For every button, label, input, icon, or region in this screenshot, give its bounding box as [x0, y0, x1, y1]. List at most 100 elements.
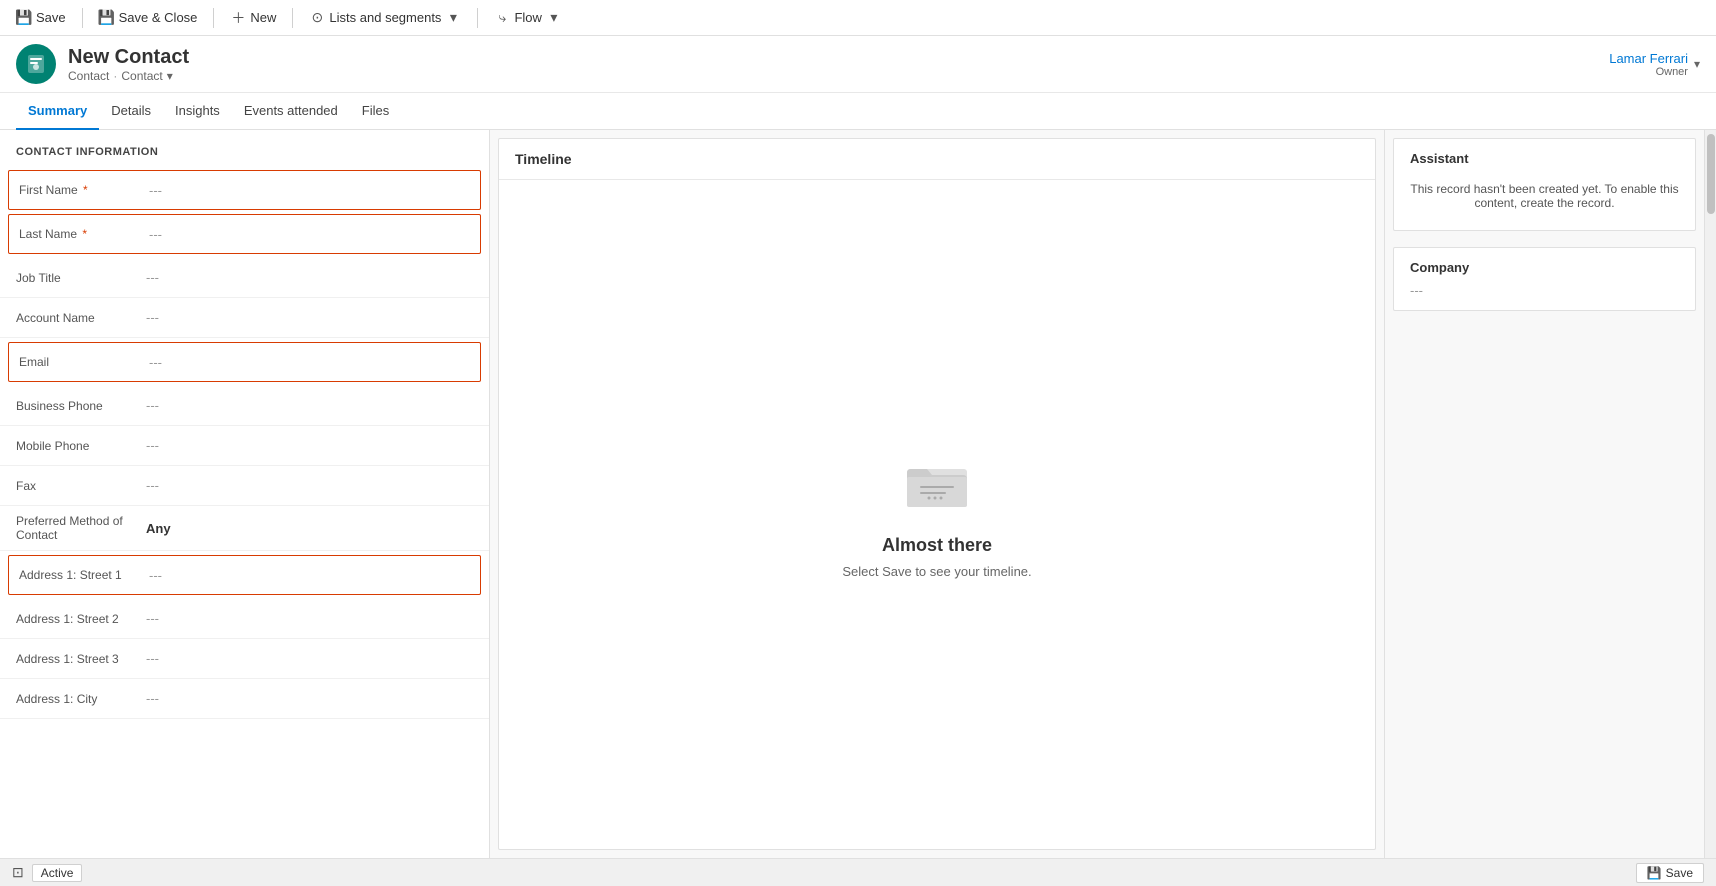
account-name-value[interactable]: ---	[146, 310, 473, 325]
tab-files[interactable]: Files	[350, 93, 401, 130]
toolbar-separator-1	[82, 8, 83, 28]
user-chevron-icon[interactable]: ▾	[1694, 57, 1700, 71]
last-name-label: Last Name *	[19, 227, 149, 241]
new-icon: ＋	[230, 10, 246, 26]
address-street2-label: Address 1: Street 2	[16, 612, 146, 626]
status-left: ⊡ Active	[12, 864, 82, 882]
screen-icon: ⊡	[12, 864, 24, 881]
lists-segments-button[interactable]: ⊙ Lists and segments ▾	[301, 6, 469, 30]
timeline-panel: Timeline Almost there Select Save to see	[498, 138, 1376, 850]
address-street1-field[interactable]: Address 1: Street 1 ---	[8, 555, 481, 595]
fax-label: Fax	[16, 479, 146, 493]
tab-summary[interactable]: Summary	[16, 93, 99, 130]
breadcrumb-2: Contact	[121, 69, 162, 83]
user-name[interactable]: Lamar Ferrari	[1609, 51, 1688, 66]
job-title-value[interactable]: ---	[146, 270, 473, 285]
email-field[interactable]: Email ---	[8, 342, 481, 382]
page-title: New Contact	[68, 46, 189, 69]
contact-icon	[16, 44, 56, 84]
preferred-contact-label: Preferred Method of Contact	[16, 514, 146, 542]
timeline-body: Almost there Select Save to see your tim…	[499, 180, 1375, 849]
right-panel: Assistant This record hasn't been create…	[1384, 130, 1704, 858]
company-title: Company	[1410, 260, 1679, 275]
toolbar-separator-2	[213, 8, 214, 28]
address-street3-label: Address 1: Street 3	[16, 652, 146, 666]
contact-info-panel: CONTACT INFORMATION First Name * --- Las…	[0, 130, 490, 858]
timeline-empty-sub: Select Save to see your timeline.	[842, 564, 1031, 579]
mobile-phone-field: Mobile Phone ---	[0, 426, 489, 466]
lists-segments-label: Lists and segments	[329, 10, 441, 25]
job-title-field: Job Title ---	[0, 258, 489, 298]
tab-insights[interactable]: Insights	[163, 93, 232, 130]
company-value[interactable]: ---	[1410, 283, 1679, 298]
contact-info-title: CONTACT INFORMATION	[0, 130, 489, 166]
scroll-thumb[interactable]	[1707, 134, 1715, 214]
business-phone-value[interactable]: ---	[146, 398, 473, 413]
company-card: Company ---	[1393, 247, 1696, 311]
timeline-header: Timeline	[499, 139, 1375, 180]
header-info: New Contact Contact · Contact ▾	[68, 46, 189, 83]
save-close-label: Save & Close	[119, 10, 198, 25]
save-label: Save	[36, 10, 66, 25]
breadcrumb: Contact · Contact ▾	[68, 69, 189, 83]
flow-icon: ⤷	[494, 10, 510, 26]
first-name-label: First Name *	[19, 183, 149, 197]
address-street2-value[interactable]: ---	[146, 611, 473, 626]
new-label: New	[250, 10, 276, 25]
tab-details[interactable]: Details	[99, 93, 163, 130]
status-badge: Active	[32, 864, 83, 882]
main-content: CONTACT INFORMATION First Name * --- Las…	[0, 130, 1716, 858]
email-value[interactable]: ---	[149, 355, 470, 370]
save-close-button[interactable]: 💾 Save & Close	[91, 6, 206, 30]
address-city-value[interactable]: ---	[146, 691, 473, 706]
tab-events-attended[interactable]: Events attended	[232, 93, 350, 130]
fax-field: Fax ---	[0, 466, 489, 506]
page-header: New Contact Contact · Contact ▾ Lamar Fe…	[0, 36, 1716, 93]
mobile-phone-value[interactable]: ---	[146, 438, 473, 453]
address-street1-label: Address 1: Street 1	[19, 568, 149, 582]
save-close-icon: 💾	[99, 10, 115, 26]
user-role: Owner	[1609, 66, 1688, 78]
flow-chevron-icon: ▾	[546, 10, 562, 26]
timeline-empty-title: Almost there	[882, 535, 992, 556]
business-phone-label: Business Phone	[16, 399, 146, 413]
fax-value[interactable]: ---	[146, 478, 473, 493]
toolbar: 💾 Save 💾 Save & Close ＋ New ⊙ Lists and …	[0, 0, 1716, 36]
preferred-contact-value[interactable]: Any	[146, 521, 473, 536]
job-title-label: Job Title	[16, 271, 146, 285]
status-bar: ⊡ Active 💾 Save	[0, 858, 1716, 886]
lists-segments-chevron-icon: ▾	[445, 10, 461, 26]
status-save-label: Save	[1666, 866, 1693, 880]
last-name-value[interactable]: ---	[149, 227, 470, 242]
account-name-label: Account Name	[16, 311, 146, 325]
save-icon: 💾	[16, 10, 32, 26]
address-city-field: Address 1: City ---	[0, 679, 489, 719]
first-name-value[interactable]: ---	[149, 183, 470, 198]
email-label: Email	[19, 355, 149, 369]
account-name-field: Account Name ---	[0, 298, 489, 338]
address-street3-value[interactable]: ---	[146, 651, 473, 666]
status-save-button[interactable]: 💾 Save	[1636, 863, 1704, 883]
preferred-contact-field: Preferred Method of Contact Any	[0, 506, 489, 551]
address-street3-field: Address 1: Street 3 ---	[0, 639, 489, 679]
last-name-field[interactable]: Last Name * ---	[8, 214, 481, 254]
new-button[interactable]: ＋ New	[222, 6, 284, 30]
flow-button[interactable]: ⤷ Flow ▾	[486, 6, 569, 30]
breadcrumb-1: Contact	[68, 69, 109, 83]
business-phone-field: Business Phone ---	[0, 386, 489, 426]
address-street2-field: Address 1: Street 2 ---	[0, 599, 489, 639]
vertical-scrollbar[interactable]	[1704, 130, 1716, 858]
first-name-field[interactable]: First Name * ---	[8, 170, 481, 210]
toolbar-separator-3	[292, 8, 293, 28]
mobile-phone-label: Mobile Phone	[16, 439, 146, 453]
flow-label: Flow	[514, 10, 541, 25]
timeline-empty-icon	[902, 451, 972, 523]
assistant-text: This record hasn't been created yet. To …	[1410, 174, 1679, 218]
address-city-label: Address 1: City	[16, 692, 146, 706]
address-street1-value[interactable]: ---	[149, 568, 470, 583]
assistant-title: Assistant	[1410, 151, 1679, 166]
assistant-card: Assistant This record hasn't been create…	[1393, 138, 1696, 231]
user-info: Lamar Ferrari Owner ▾	[1609, 51, 1700, 78]
breadcrumb-chevron-icon[interactable]: ▾	[167, 69, 173, 83]
save-button[interactable]: 💾 Save	[8, 6, 74, 30]
